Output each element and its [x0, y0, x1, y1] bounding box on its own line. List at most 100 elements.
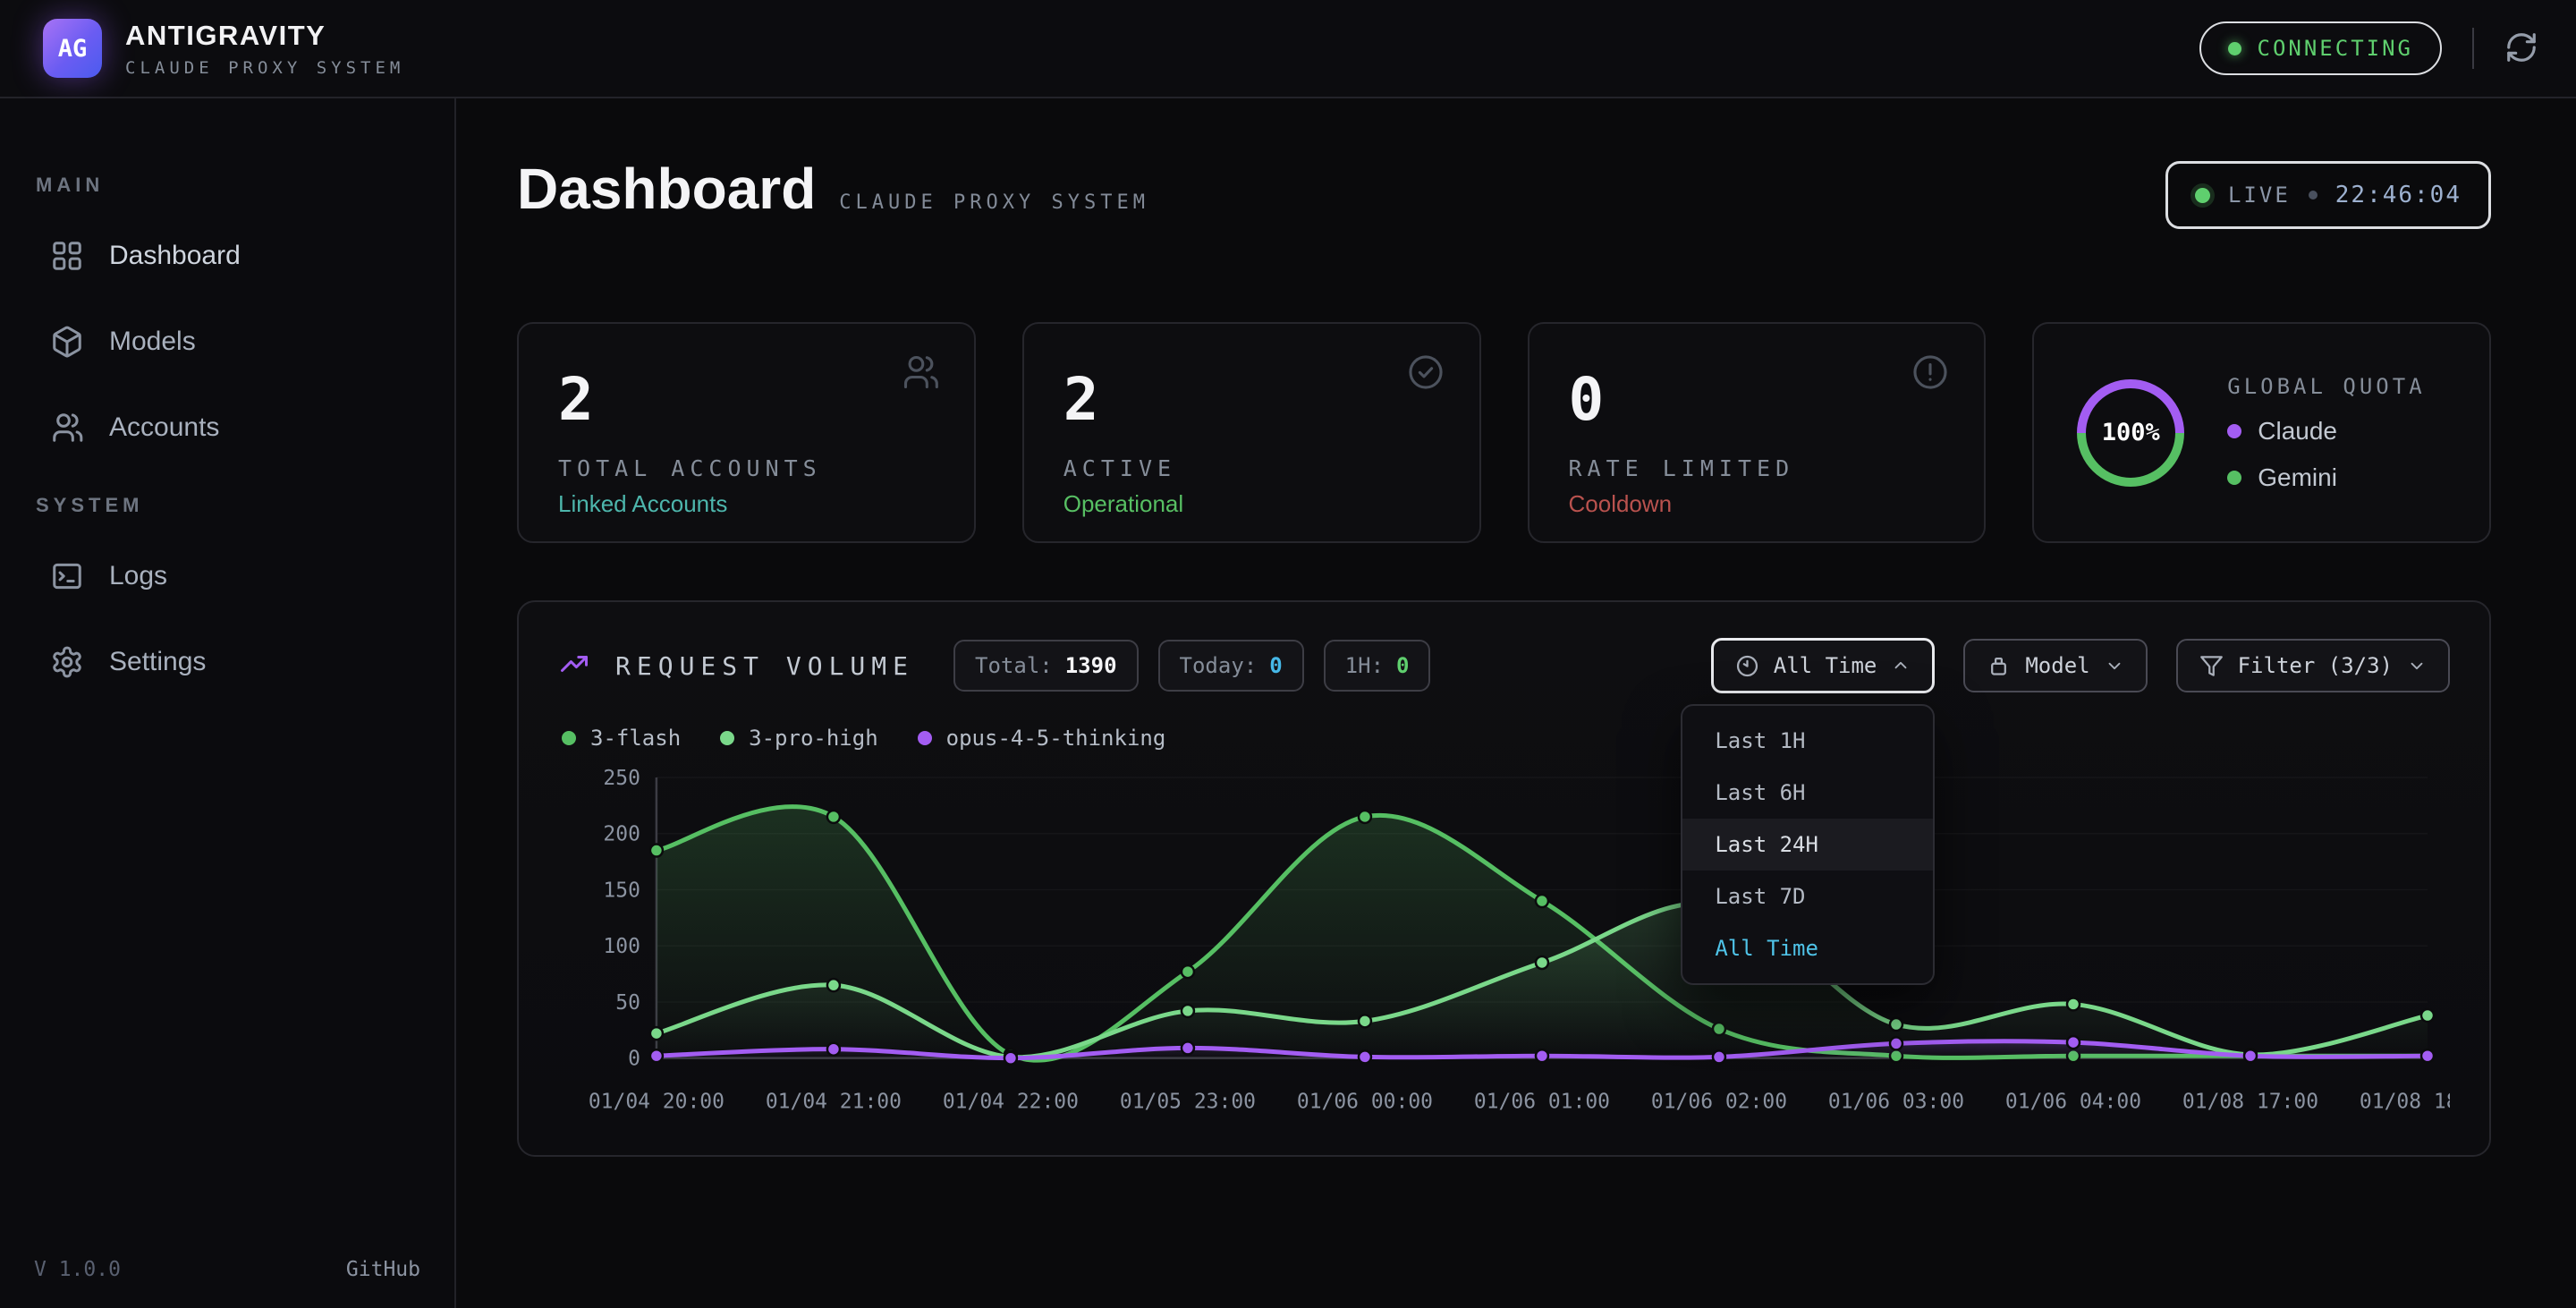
- clock-icon: [1735, 654, 1759, 678]
- legend-item-3-flash: 3-flash: [562, 726, 681, 751]
- svg-text:100: 100: [603, 935, 640, 958]
- app-version: V 1.0.0: [34, 1258, 121, 1281]
- stat-card-rate-limited: 0RATE LIMITEDCooldown: [1528, 322, 1987, 543]
- stat-value: 0: [1569, 365, 1945, 434]
- sidebar-section-title: SYSTEM: [36, 494, 424, 517]
- legend-dot-icon: [918, 731, 932, 745]
- refresh-button[interactable]: [2504, 30, 2538, 67]
- stat-card-total-accounts: 2TOTAL ACCOUNTSLinked Accounts: [517, 322, 976, 543]
- refresh-icon: [2504, 30, 2538, 67]
- app-root: AG ANTIGRAVITY CLAUDE PROXY SYSTEM CONNE…: [0, 0, 2576, 1308]
- quota-donut: 100%: [2073, 376, 2188, 490]
- legend-item-3-pro-high: 3-pro-high: [720, 726, 878, 751]
- legend-item-opus-4-5-thinking: opus-4-5-thinking: [918, 726, 1166, 751]
- connection-status-label: CONNECTING: [2258, 36, 2414, 61]
- app-subtitle: CLAUDE PROXY SYSTEM: [125, 58, 404, 78]
- sidebar-section-title: MAIN: [36, 174, 424, 197]
- app-logo: AG: [43, 19, 102, 78]
- funnel-icon: [2199, 654, 2224, 678]
- time-range-button[interactable]: All Time: [1711, 638, 1936, 693]
- dropdown-item-last-7d[interactable]: Last 7D: [1682, 871, 1933, 922]
- quota-legend-label: Claude: [2258, 417, 2337, 446]
- live-status-badge: LIVE 22:46:04: [2165, 161, 2491, 229]
- chart-legend: 3-flash 3-pro-high opus-4-5-thinking: [562, 726, 2450, 751]
- filter-button[interactable]: Filter (3/3): [2176, 639, 2450, 692]
- legend-dot-icon: [2227, 424, 2241, 438]
- sidebar-item-label: Logs: [109, 561, 167, 591]
- chevron-up-icon: [1891, 656, 1911, 675]
- sidebar-item-label: Accounts: [109, 412, 219, 443]
- svg-text:01/06 02:00: 01/06 02:00: [1651, 1091, 1787, 1114]
- sidebar-item-label: Dashboard: [109, 241, 241, 271]
- dropdown-item-all-time[interactable]: All Time: [1682, 922, 1933, 974]
- topbar-divider: [2472, 28, 2474, 69]
- quota-percent: 100%: [2073, 376, 2188, 490]
- dropdown-item-last-6h[interactable]: Last 6H: [1682, 767, 1933, 819]
- svg-text:01/06 04:00: 01/06 04:00: [2005, 1091, 2141, 1114]
- live-label: LIVE: [2228, 183, 2291, 208]
- sidebar-item-dashboard[interactable]: Dashboard: [30, 213, 424, 299]
- live-dot-icon: [2195, 188, 2210, 203]
- request-volume-chart: 0 50 100 150 200 250 01/04 20:00 01/04 21:00 01/…: [558, 763, 2450, 1128]
- stat-sub-label: Linked Accounts: [558, 490, 935, 518]
- svg-text:01/06 00:00: 01/06 00:00: [1297, 1091, 1433, 1114]
- global-quota-card: 100% GLOBAL QUOTA ClaudeGemini: [2032, 322, 2491, 543]
- stat-sub-label: Operational: [1063, 490, 1440, 518]
- svg-text:0: 0: [628, 1048, 640, 1071]
- svg-text:01/04 22:00: 01/04 22:00: [943, 1091, 1079, 1114]
- main-content: Dashboard CLAUDE PROXY SYSTEM LIVE 22:46…: [456, 98, 2576, 1308]
- chevron-down-icon: [2407, 656, 2427, 675]
- svg-text:01/04 21:00: 01/04 21:00: [766, 1091, 902, 1114]
- svg-text:01/04 20:00: 01/04 20:00: [589, 1091, 724, 1114]
- terminal-icon: [50, 559, 84, 593]
- request-volume-panel: REQUEST VOLUME Total:1390 Today:0 1H:0 All…: [517, 600, 2491, 1157]
- svg-text:50: 50: [615, 991, 640, 1015]
- sidebar-item-accounts[interactable]: Accounts: [30, 385, 424, 471]
- stat-sub-label: Cooldown: [1569, 490, 1945, 518]
- sidebar: MAIN Dashboard Models Accounts SYSTEM Logs Set…: [0, 98, 456, 1308]
- app-name: ANTIGRAVITY: [125, 20, 404, 52]
- panel-toolbar: REQUEST VOLUME Total:1390 Today:0 1H:0 All…: [558, 638, 2450, 693]
- quota-legend-label: Gemini: [2258, 463, 2337, 492]
- time-range-dropdown: Last 1HLast 6HLast 24HLast 7DAll Time: [1681, 704, 1935, 985]
- sidebar-item-label: Settings: [109, 647, 206, 677]
- svg-text:01/06 01:00: 01/06 01:00: [1474, 1091, 1610, 1114]
- stat-chip-1h: 1H:0: [1324, 640, 1431, 692]
- gear-icon: [50, 645, 84, 679]
- grid-icon: [50, 239, 84, 273]
- stat-chip-today: Today:0: [1158, 640, 1304, 692]
- svg-text:01/06 03:00: 01/06 03:00: [1828, 1091, 1964, 1114]
- box-icon: [1987, 654, 2011, 678]
- stat-label: ACTIVE: [1063, 455, 1440, 481]
- model-button[interactable]: Model: [1963, 639, 2147, 692]
- svg-text:01/08 17:00: 01/08 17:00: [2182, 1091, 2318, 1114]
- stat-chip-total: Total:1390: [953, 640, 1139, 692]
- check-circle-icon: [1406, 352, 1445, 392]
- dropdown-item-last-1h[interactable]: Last 1H: [1682, 715, 1933, 767]
- page-header: Dashboard CLAUDE PROXY SYSTEM LIVE 22:46…: [517, 156, 2491, 229]
- sidebar-item-models[interactable]: Models: [30, 299, 424, 385]
- stat-cards-row: 2TOTAL ACCOUNTSLinked Accounts2ACTIVEOpe…: [517, 322, 2491, 543]
- svg-text:200: 200: [603, 823, 640, 846]
- panel-title: REQUEST VOLUME: [615, 651, 914, 681]
- sidebar-nav: MAIN Dashboard Models Accounts SYSTEM Logs Set…: [30, 174, 424, 705]
- legend-dot-icon: [2227, 471, 2241, 485]
- svg-text:250: 250: [603, 767, 640, 790]
- users-icon: [901, 352, 940, 392]
- svg-text:150: 150: [603, 879, 640, 902]
- page-subtitle: CLAUDE PROXY SYSTEM: [839, 191, 1149, 214]
- live-separator-dot: [2309, 191, 2318, 200]
- sidebar-footer: V 1.0.0 GitHub: [0, 1231, 454, 1308]
- sidebar-item-label: Models: [109, 327, 196, 357]
- status-dot-icon: [2228, 42, 2241, 55]
- dropdown-item-last-24h[interactable]: Last 24H: [1682, 819, 1933, 871]
- sidebar-item-logs[interactable]: Logs: [30, 533, 424, 619]
- live-clock: 22:46:04: [2335, 182, 2462, 208]
- github-link[interactable]: GitHub: [346, 1258, 420, 1281]
- svg-text:01/05 23:00: 01/05 23:00: [1120, 1091, 1256, 1114]
- cube-icon: [50, 325, 84, 359]
- alert-circle-icon: [1911, 352, 1950, 392]
- sidebar-item-settings[interactable]: Settings: [30, 619, 424, 705]
- quota-legend-item: Claude: [2227, 417, 2425, 446]
- legend-dot-icon: [720, 731, 734, 745]
